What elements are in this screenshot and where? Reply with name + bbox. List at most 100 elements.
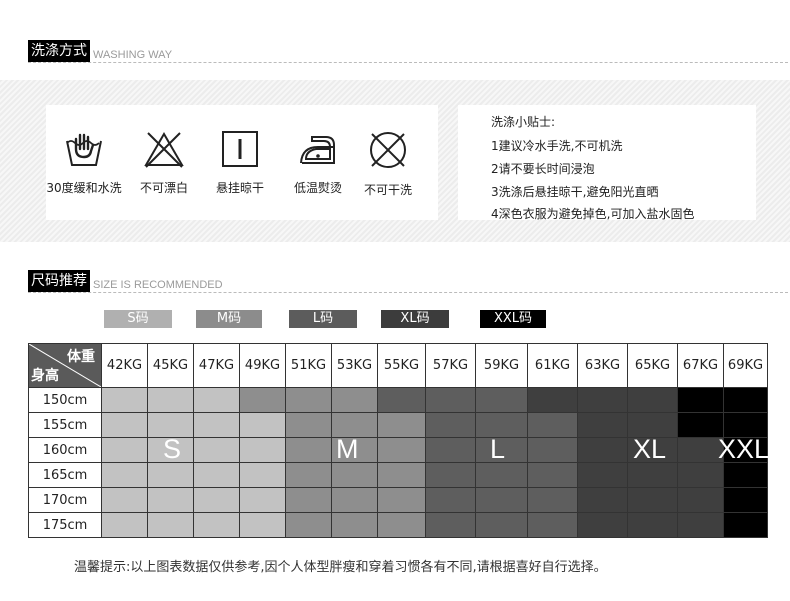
tip-3: 3洗涤后悬挂晾干,避免阳光直晒: [491, 185, 659, 199]
size-cell-m: [331, 487, 378, 513]
size-cell-s: [147, 487, 194, 513]
size-cell-s: [193, 512, 240, 538]
size-cell-s: [239, 412, 286, 438]
weight-header: 65KG: [627, 343, 678, 388]
size-cell-l: [527, 512, 578, 538]
size-tag-l: L码: [289, 310, 357, 328]
size-cell-m: [331, 462, 378, 488]
size-cell-s: [101, 412, 148, 438]
size-cell-s: [239, 462, 286, 488]
hand-wash-icon: [66, 133, 102, 166]
size-cell-m: [377, 412, 426, 438]
size-cell-xl: [627, 462, 678, 488]
size-cell-s: [101, 387, 148, 413]
low-iron-icon: [300, 136, 335, 164]
size-cell-xxl: [723, 487, 768, 513]
size-cell-xxl: [677, 387, 724, 413]
table-corner: 体重 身高: [28, 343, 102, 388]
size-cell-l: [425, 437, 476, 463]
wash-item-no-dry-clean: 不可干洗: [350, 129, 426, 198]
size-cell-m: [377, 462, 426, 488]
size-cell-s: [101, 462, 148, 488]
size-cell-m: [285, 462, 332, 488]
size-cell-l: [527, 437, 578, 463]
size-cell-m: [377, 512, 426, 538]
size-divider: [28, 292, 788, 293]
tip-4: 4深色衣服为避免掉色,可加入盐水固色: [491, 207, 695, 221]
hang-dry-icon: [222, 131, 258, 167]
size-cell-l: [425, 462, 476, 488]
size-cell-l: [377, 387, 426, 413]
size-cell-s: [193, 437, 240, 463]
size-cell-xl: [577, 412, 628, 438]
size-label-s: S: [163, 434, 182, 464]
size-cell-s: [101, 487, 148, 513]
size-cell-xl: [677, 512, 724, 538]
size-title-en: SIZE IS RECOMMENDED: [93, 279, 223, 291]
size-cell-xl: [677, 437, 724, 463]
size-cell-xxl: [723, 462, 768, 488]
size-tag-xl: XL码: [381, 310, 449, 328]
size-footnote: 温馨提示:以上图表数据仅供参考,因个人体型胖瘦和穿着习惯各有不同,请根据喜好自行…: [74, 560, 607, 575]
size-cell-xxl: [723, 512, 768, 538]
size-cell-m: [285, 512, 332, 538]
size-label-xxl: XXL: [718, 434, 770, 464]
height-label: 165cm: [28, 462, 102, 488]
size-cell-xl: [577, 437, 628, 463]
wash-item-no-bleach: 不可漂白: [126, 129, 202, 196]
height-label: 155cm: [28, 412, 102, 438]
wash-label-hang-dry: 悬挂晾干: [215, 181, 264, 195]
size-title: 尺码推荐: [28, 270, 90, 292]
size-cell-l: [475, 387, 528, 413]
weight-header: 53KG: [331, 343, 378, 388]
washing-title: 洗涤方式: [28, 40, 90, 62]
size-cell-l: [475, 512, 528, 538]
size-cell-s: [193, 412, 240, 438]
weight-header: 55KG: [377, 343, 426, 388]
size-cell-s: [193, 462, 240, 488]
size-tag-s: S码: [104, 310, 172, 328]
tip-1: 1建议冷水手洗,不可机洗: [491, 139, 623, 153]
size-cell-m: [331, 512, 378, 538]
wash-label-hand-wash: 30度缓和水洗: [46, 181, 122, 195]
corner-height-label: 身高: [31, 368, 59, 384]
size-cell-l: [527, 462, 578, 488]
table-row: 150cm: [28, 387, 768, 413]
weight-header: 51KG: [285, 343, 332, 388]
size-cell-xl: [627, 512, 678, 538]
weight-header: 67KG: [677, 343, 724, 388]
size-cell-m: [285, 387, 332, 413]
size-cell-l: [425, 412, 476, 438]
size-cell-s: [193, 487, 240, 513]
washing-tips-card: 洗涤小贴士: 1建议冷水手洗,不可机洗 2请不要长时间浸泡 3洗涤后悬挂晾干,避…: [458, 105, 756, 221]
wash-item-low-iron: 低温熨烫: [280, 129, 356, 196]
size-cell-s: [101, 512, 148, 538]
size-cell-xl: [677, 462, 724, 488]
size-cell-xxl: [677, 412, 724, 438]
washing-icons-card: 30度缓和水洗 不可漂白 悬挂晾干 低温熨烫 不可干洗: [46, 105, 438, 220]
wash-label-low-iron: 低温熨烫: [293, 181, 342, 195]
size-cell-m: [377, 487, 426, 513]
weight-header: 61KG: [527, 343, 578, 388]
size-cell-m: [285, 412, 332, 438]
size-header: 尺码推荐 SIZE IS RECOMMENDED: [28, 270, 223, 292]
weight-header: 57KG: [425, 343, 476, 388]
wash-label-no-dry-clean: 不可干洗: [363, 183, 412, 197]
wash-item-hand-wash: 30度缓和水洗: [46, 129, 122, 196]
size-cell-l: [475, 487, 528, 513]
weight-header: 63KG: [577, 343, 628, 388]
size-cell-s: [239, 512, 286, 538]
height-label: 170cm: [28, 487, 102, 513]
size-cell-xl: [527, 387, 578, 413]
weight-header: 45KG: [147, 343, 194, 388]
size-cell-l: [475, 462, 528, 488]
washing-header: 洗涤方式 WASHING WAY: [28, 40, 172, 62]
size-cell-l: [425, 487, 476, 513]
size-cell-m: [331, 387, 378, 413]
size-cell-m: [285, 437, 332, 463]
weight-header: 42KG: [101, 343, 148, 388]
corner-weight-label: 体重: [67, 349, 95, 365]
size-cell-l: [527, 487, 578, 513]
size-cell-m: [239, 387, 286, 413]
height-label: 160cm: [28, 437, 102, 463]
